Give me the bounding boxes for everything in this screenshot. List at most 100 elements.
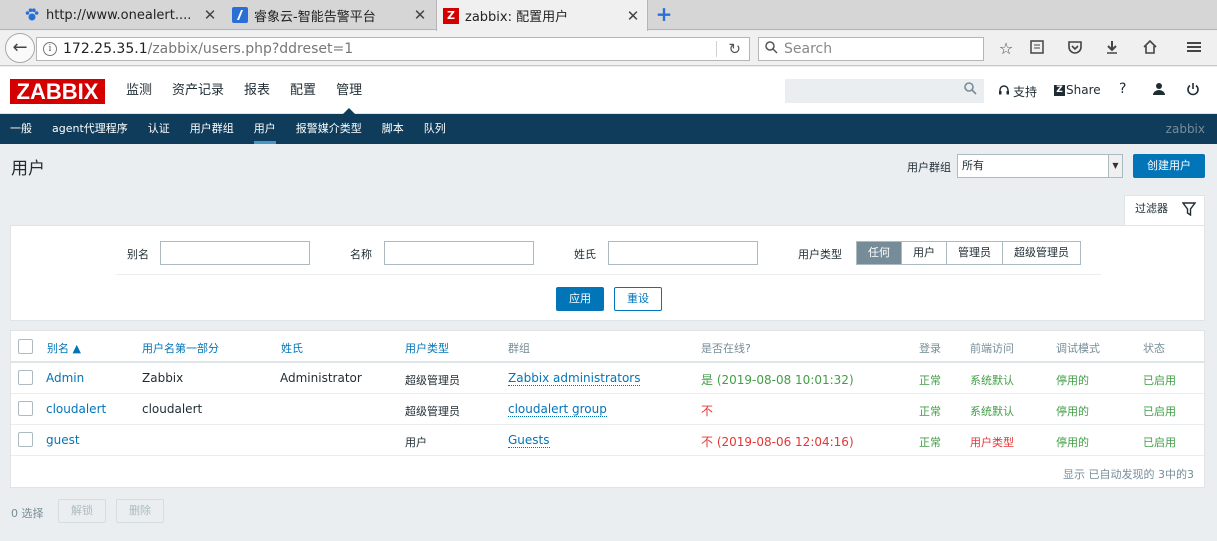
reset-button[interactable]: 重设: [614, 287, 662, 311]
name-input[interactable]: [384, 241, 534, 265]
bookmark-star-icon[interactable]: ☆: [996, 39, 1016, 59]
submenu-item-user-groups[interactable]: 用户群组: [180, 114, 244, 144]
share-link[interactable]: Z Share: [1054, 83, 1101, 97]
user-alias-link[interactable]: cloudalert: [46, 402, 106, 416]
url-bar[interactable]: i 172.25.35.1/zabbix/users.php?ddreset=1…: [36, 37, 750, 61]
column-debug-mode: 调试模式: [1056, 342, 1100, 355]
user-group-selected-value: 所有: [962, 159, 984, 172]
filter-tab[interactable]: 过滤器: [1124, 195, 1205, 226]
row-checkbox[interactable]: [18, 370, 33, 385]
row-checkbox[interactable]: [18, 401, 33, 416]
reload-icon[interactable]: ↻: [728, 40, 741, 58]
menu-item-configuration[interactable]: 配置: [280, 67, 326, 114]
close-icon[interactable]: ✕: [412, 6, 428, 24]
cloud-logo-icon: [232, 7, 248, 23]
column-online: 是否在线?: [701, 342, 751, 355]
debug-mode[interactable]: 停用的: [1056, 403, 1089, 419]
support-link[interactable]: 支持: [998, 83, 1037, 100]
browser-search-input[interactable]: Search: [758, 37, 984, 61]
login-status[interactable]: 正常: [919, 403, 941, 419]
help-icon[interactable]: ?: [1119, 81, 1126, 97]
menu-item-administration[interactable]: 管理: [326, 67, 372, 114]
browser-tab-zabbix[interactable]: Z zabbix: 配置用户 ✕: [436, 0, 648, 31]
login-status[interactable]: 正常: [919, 372, 941, 388]
user-group-select[interactable]: 所有 ▼: [957, 154, 1123, 178]
table-row: Admin Zabbix Administrator 超级管理员 Zabbix …: [11, 363, 1204, 394]
paw-icon: [24, 7, 40, 23]
filter-divider: [116, 274, 1101, 275]
url-separator: [716, 41, 717, 57]
select-all-checkbox[interactable]: [18, 339, 33, 354]
submenu-item-proxies[interactable]: agent代理程序: [42, 114, 138, 144]
download-icon[interactable]: [1102, 39, 1122, 59]
user-status[interactable]: 已启用: [1143, 372, 1176, 388]
user-group-link[interactable]: cloudalert group: [508, 402, 607, 417]
column-surname[interactable]: 姓氏: [281, 340, 303, 356]
zabbix-search-input[interactable]: [785, 79, 984, 103]
user-status[interactable]: 已启用: [1143, 434, 1176, 450]
reading-list-icon[interactable]: [1027, 39, 1047, 59]
zabbix-header: ZABBIX 监测 资产记录 报表 配置 管理 支持 Z Share ?: [0, 67, 1217, 114]
info-icon[interactable]: i: [43, 42, 57, 56]
unblock-button[interactable]: 解锁: [58, 499, 106, 523]
login-status[interactable]: 正常: [919, 434, 941, 450]
close-icon[interactable]: ✕: [625, 7, 641, 25]
browser-tab-bar: http://www.onealert.... ✕ 睿象云-智能告警平台 ✕ Z…: [0, 0, 1217, 31]
user-type-option-super-admin[interactable]: 超级管理员: [1002, 242, 1080, 264]
menu-item-reports[interactable]: 报表: [234, 67, 280, 114]
search-icon[interactable]: [964, 82, 977, 99]
user-type-option-any[interactable]: 任何: [857, 242, 901, 264]
new-tab-icon[interactable]: +: [654, 4, 674, 24]
user-profile-icon[interactable]: [1152, 82, 1166, 96]
back-arrow-icon[interactable]: ←: [5, 33, 35, 63]
menu-item-monitoring[interactable]: 监测: [116, 67, 162, 114]
user-type-option-user[interactable]: 用户: [901, 242, 946, 264]
surname-input[interactable]: [608, 241, 758, 265]
funnel-icon: [1181, 200, 1197, 225]
apply-button[interactable]: 应用: [556, 287, 604, 311]
online-status: 不 (2019-08-06 12:04:16): [701, 435, 854, 449]
pocket-icon[interactable]: [1065, 39, 1085, 59]
submenu-item-queue[interactable]: 队列: [414, 114, 456, 144]
submenu-item-scripts[interactable]: 脚本: [372, 114, 414, 144]
url-path: /zabbix/users.php?ddreset=1: [147, 41, 354, 57]
column-frontend-access: 前端访问: [970, 342, 1014, 355]
column-status: 状态: [1143, 342, 1165, 355]
column-name[interactable]: 用户名第一部分: [142, 340, 219, 356]
close-icon[interactable]: ✕: [202, 6, 218, 24]
alias-input[interactable]: [160, 241, 310, 265]
user-group-label: 用户群组: [907, 161, 951, 174]
submenu-item-general[interactable]: 一般: [0, 114, 42, 144]
user-type: 超级管理员: [405, 405, 460, 418]
user-group-link[interactable]: Guests: [508, 433, 550, 448]
user-group-link[interactable]: Zabbix administrators: [508, 371, 641, 386]
submenu-item-users[interactable]: 用户: [244, 114, 286, 144]
submenu-item-authentication[interactable]: 认证: [138, 114, 180, 144]
zabbix-logo[interactable]: ZABBIX: [10, 79, 105, 104]
frontend-access[interactable]: 用户类型: [970, 434, 1014, 450]
user-type-label: 用户类型: [798, 248, 842, 261]
user-alias-link[interactable]: guest: [46, 433, 80, 447]
online-status: 不: [701, 404, 714, 418]
debug-mode[interactable]: 停用的: [1056, 434, 1089, 450]
user-type-option-admin[interactable]: 管理员: [946, 242, 1002, 264]
hamburger-menu-icon[interactable]: [1184, 39, 1204, 59]
home-icon[interactable]: [1140, 39, 1160, 59]
frontend-access[interactable]: 系统默认: [970, 403, 1014, 419]
browser-tab-onealert[interactable]: http://www.onealert.... ✕: [18, 0, 224, 30]
create-user-button[interactable]: 创建用户: [1133, 154, 1205, 178]
column-alias[interactable]: 别名 ▲: [47, 340, 81, 356]
server-name: zabbix: [1165, 122, 1205, 136]
filter-panel: 别名 名称 姓氏 用户类型 任何 用户 管理员 超级管理员 应用 重设: [10, 225, 1205, 321]
delete-button[interactable]: 删除: [116, 499, 164, 523]
debug-mode[interactable]: 停用的: [1056, 372, 1089, 388]
column-user-type[interactable]: 用户类型: [405, 340, 449, 356]
sign-out-power-icon[interactable]: [1186, 82, 1200, 96]
user-status[interactable]: 已启用: [1143, 403, 1176, 419]
frontend-access[interactable]: 系统默认: [970, 372, 1014, 388]
submenu-item-media-types[interactable]: 报警媒介类型: [286, 114, 372, 144]
browser-tab-cloudalert[interactable]: 睿象云-智能告警平台 ✕: [226, 0, 434, 30]
menu-item-inventory[interactable]: 资产记录: [162, 67, 234, 114]
row-checkbox[interactable]: [18, 432, 33, 447]
user-alias-link[interactable]: Admin: [46, 371, 84, 385]
